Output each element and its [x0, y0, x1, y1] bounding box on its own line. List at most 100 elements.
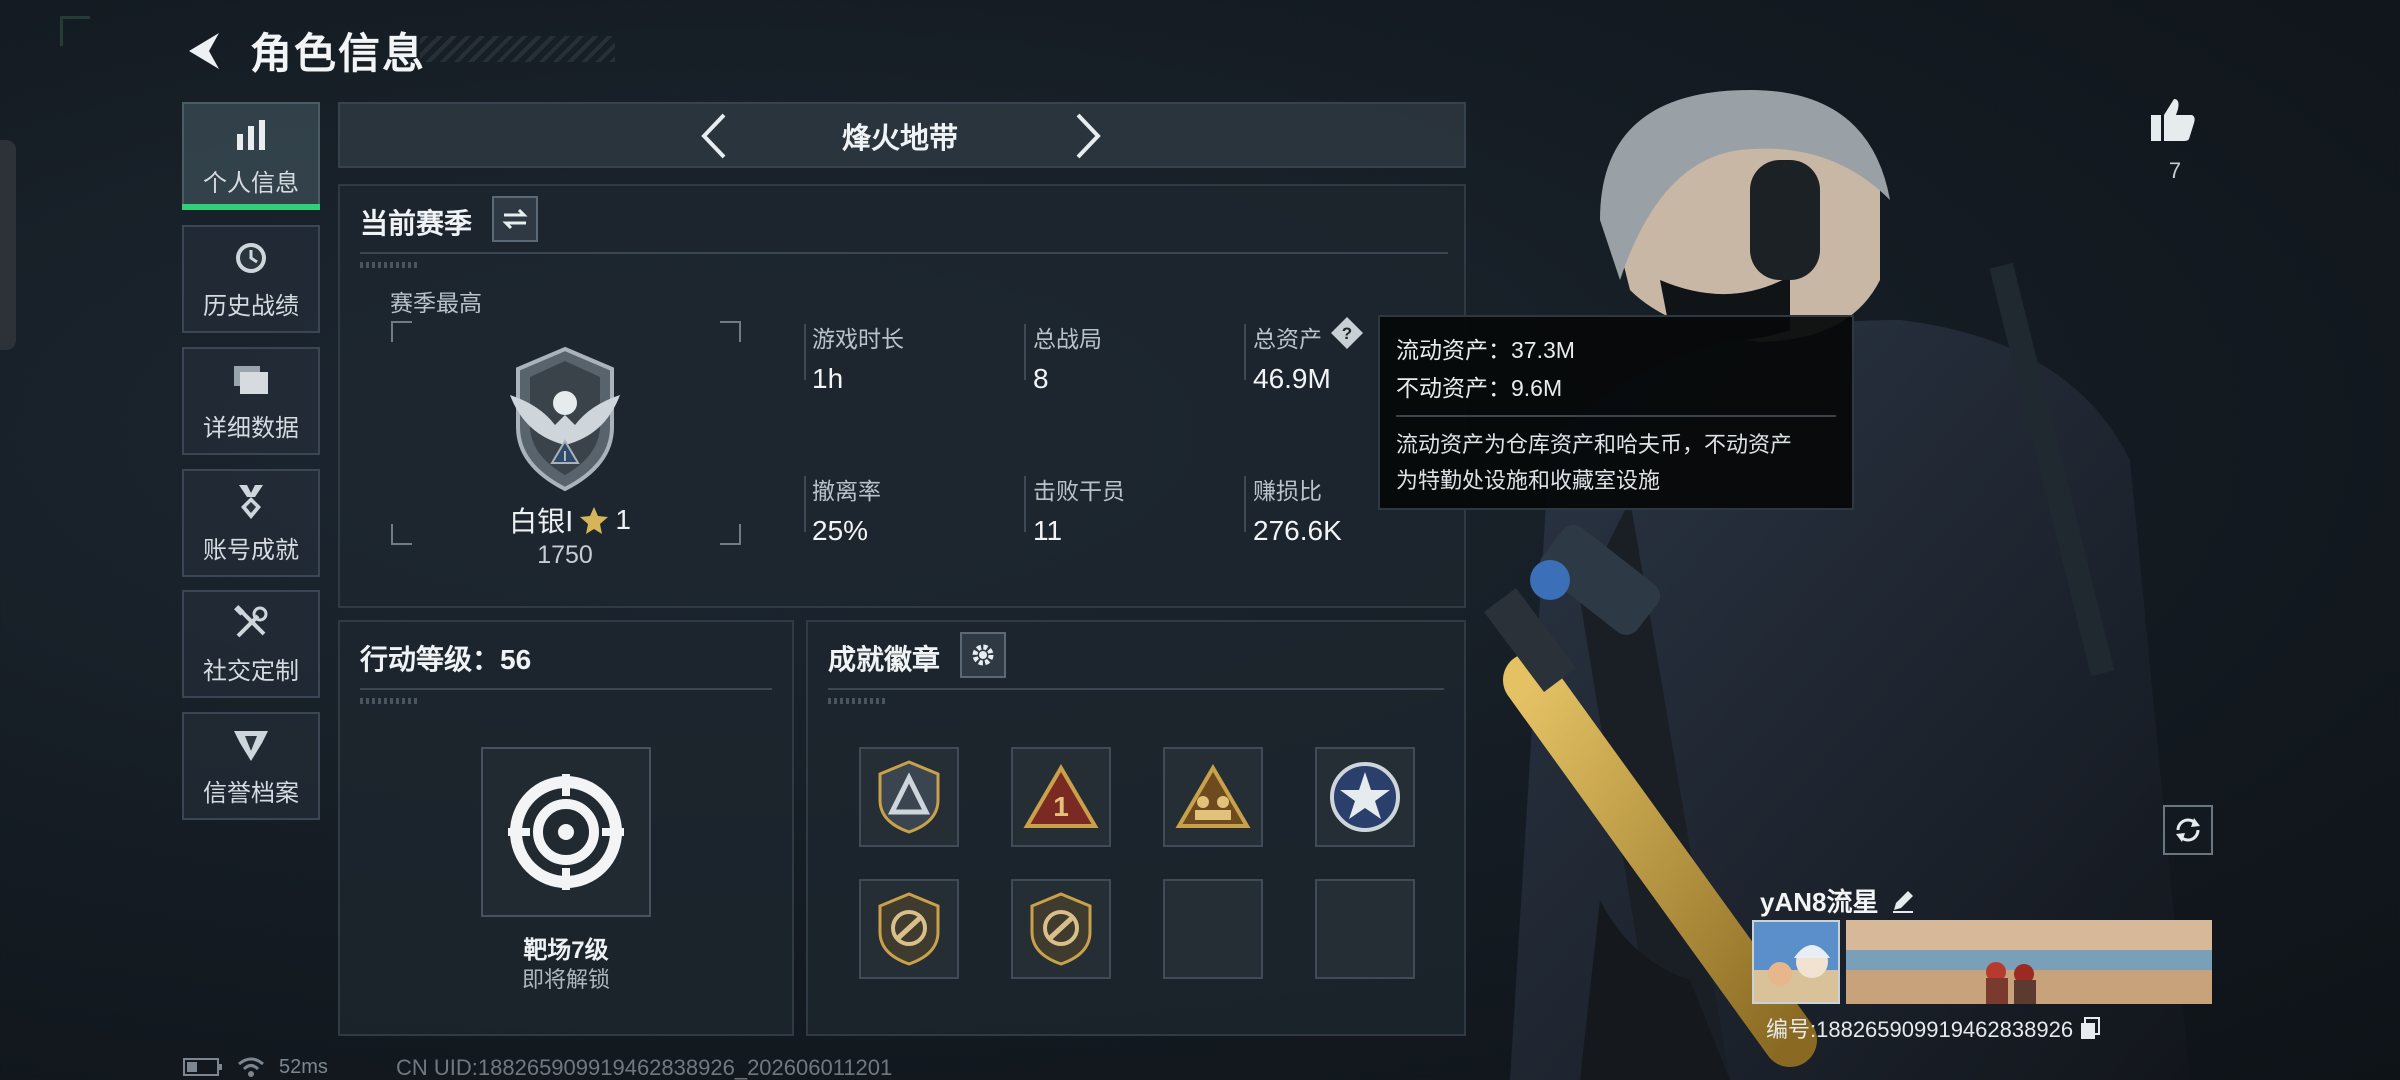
sidebar-item-history[interactable]: 历史战绩 — [182, 225, 320, 333]
left-edge-handle — [0, 140, 16, 350]
rank-points: 1750 — [537, 541, 593, 569]
tooltip-desc-line: 流动资产为仓库资产和哈夫币，不动资产 — [1396, 432, 1793, 457]
stat-value: 25% — [812, 515, 869, 546]
achievement-badge[interactable] — [1163, 747, 1263, 847]
mode-label: 烽火地带 — [841, 123, 958, 155]
copy-icon[interactable] — [2079, 1016, 2101, 1040]
unlock-name: 靶场7级 — [523, 937, 609, 964]
empty-badge-slot[interactable] — [1315, 879, 1415, 979]
clock-icon — [231, 238, 271, 278]
stat-separator — [804, 476, 806, 532]
stat-value: 276.6K — [1253, 515, 1342, 546]
rank-name: 白银Ⅰ — [509, 506, 574, 537]
sidebar-item-personal-info[interactable]: 个人信息 — [182, 102, 320, 210]
sidebar-item-label: 社交定制 — [203, 657, 299, 685]
prev-mode-button[interactable] — [694, 108, 734, 164]
star-icon — [580, 507, 609, 534]
achievement-badge[interactable] — [859, 747, 959, 847]
chevron-right-icon — [1076, 113, 1101, 159]
divider-dash — [360, 698, 420, 704]
corner-decoration — [60, 16, 90, 46]
profile-avatar-card[interactable] — [1752, 920, 1840, 1004]
rifle-shield-badge-icon — [878, 892, 940, 966]
rank-stars: 1 — [615, 504, 631, 535]
card-id: 编号:18826590991946283892​6 — [1766, 1017, 2074, 1042]
achievements-title: 成就徽章 — [828, 644, 941, 675]
achievement-badge[interactable]: 1 — [1011, 747, 1111, 847]
next-mode-button[interactable] — [1068, 108, 1108, 164]
tools-icon — [231, 603, 271, 643]
sidebar-item-label: 详细数据 — [203, 414, 299, 442]
divider — [360, 252, 1448, 254]
divider-dash — [828, 698, 888, 704]
refresh-button[interactable] — [2163, 805, 2213, 855]
battery-icon — [183, 1058, 222, 1076]
unlock-status: 即将解锁 — [521, 967, 610, 992]
sidebar-item-label: 账号成就 — [203, 536, 299, 564]
svg-text:1: 1 — [1053, 791, 1069, 822]
emblem-icon — [231, 725, 271, 765]
bar-chart-icon — [231, 115, 271, 155]
achievement-badge[interactable] — [859, 879, 959, 979]
stat-value: 1h — [812, 363, 844, 394]
unlock-item-tile[interactable] — [481, 747, 651, 917]
season-title: 当前赛季 — [360, 208, 473, 239]
target-icon — [508, 774, 624, 890]
stat-label: 游戏时长 — [812, 326, 904, 352]
season-best-label: 赛季最高 — [390, 290, 482, 316]
fixed-assets: 不动资产：9.6M — [1396, 375, 1563, 401]
star-seal-badge-icon — [1330, 762, 1400, 832]
asset-tooltip: 流动资产：37.3M 不动资产：9.6M 流动资产为仓库资产和哈夫币，不动资产 … — [1378, 315, 1854, 510]
stat-label: 赚损比 — [1253, 478, 1322, 504]
sidebar-item-achievements[interactable]: 账号成就 — [182, 469, 320, 577]
card-id-row: 编号:18826590991946283892​6 — [1766, 1012, 2101, 1044]
back-button[interactable] — [180, 26, 230, 76]
divider — [360, 688, 772, 690]
divider-dash — [360, 262, 420, 268]
uid-footer: CN UID:18826590991946283892​6_2026060112… — [396, 1055, 893, 1080]
divider — [828, 688, 1444, 690]
sidebar-item-reputation[interactable]: 信誉档案 — [182, 712, 320, 820]
sidebar-item-details[interactable]: 详细数据 — [182, 347, 320, 455]
achievements-settings-button[interactable] — [960, 632, 1006, 678]
empty-badge-slot[interactable] — [1163, 879, 1263, 979]
beach-banner-illustration — [1846, 920, 2212, 1004]
stat-label: 总战局 — [1033, 326, 1102, 352]
stat-separator — [804, 324, 806, 380]
sidebar-item-social[interactable]: 社交定制 — [182, 590, 320, 698]
action-level-title: 行动等级：56 — [360, 644, 532, 675]
profile-banner-card[interactable] — [1846, 920, 2212, 1004]
back-arrow-icon — [189, 33, 219, 69]
silver-rank-emblem-icon: Ⅰ — [510, 346, 620, 492]
number-one-triangle-badge-icon: 1 — [1023, 764, 1099, 828]
medal-icon — [231, 482, 271, 522]
achievement-badge[interactable] — [1315, 747, 1415, 847]
season-switch-button[interactable] — [492, 196, 538, 242]
avatar-illustration — [1754, 922, 1838, 1002]
sidebar-item-label: 个人信息 — [203, 169, 299, 197]
swap-icon — [502, 208, 528, 230]
rifle-shield-badge-icon — [1030, 892, 1092, 966]
like-button[interactable] — [2148, 95, 2198, 145]
nickname-row: yAN8流星 — [1760, 882, 1916, 919]
stat-value: 11 — [1033, 515, 1063, 546]
squad-triangle-badge-icon — [1175, 764, 1251, 828]
asset-help-button[interactable]: ? — [1330, 316, 1364, 350]
stat-label: 击败干员 — [1033, 478, 1125, 504]
nickname: yAN8流星 — [1760, 887, 1879, 917]
tooltip-divider — [1396, 415, 1836, 417]
wifi-icon — [238, 1057, 264, 1077]
stat-label: 撤离率 — [812, 478, 881, 504]
rank-name-row: 白银Ⅰ 1 — [500, 500, 640, 540]
achievement-badge[interactable] — [1011, 879, 1111, 979]
folder-icon — [231, 360, 271, 400]
question-diamond-icon: ? — [1331, 317, 1363, 349]
stat-value: 46.9M — [1253, 363, 1331, 394]
triangle-shield-badge-icon — [878, 760, 940, 834]
status-bar: 52ms — [183, 1055, 328, 1079]
sidebar-item-label: 信誉档案 — [203, 779, 299, 807]
title-decoration — [420, 36, 615, 62]
page-title: 角色信息 — [250, 30, 427, 77]
stat-label: 总资产 — [1253, 326, 1322, 352]
edit-pencil-icon[interactable] — [1890, 888, 1916, 914]
